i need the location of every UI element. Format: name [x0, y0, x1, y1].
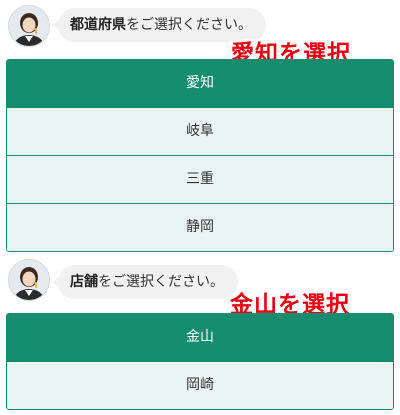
operator-avatar-icon	[8, 259, 50, 301]
store-option-kanayama[interactable]: 金山	[7, 314, 393, 361]
store-option-list: 金山 岡崎	[6, 313, 394, 410]
chat-selection-screen: 都道府県をご選択ください。 愛知を選択 愛知 岐阜 三重 静岡 店舗をご選択くだ…	[0, 0, 400, 415]
operator-avatar-icon	[8, 5, 50, 47]
prefecture-option-mie[interactable]: 三重	[7, 155, 393, 203]
prefecture-prompt-text: をご選択ください。	[126, 17, 252, 33]
prefecture-option-list: 愛知 岐阜 三重 静岡	[6, 59, 394, 252]
prefecture-option-aichi[interactable]: 愛知	[7, 60, 393, 107]
store-prompt-text: をご選択ください。	[98, 274, 224, 290]
prefecture-option-gifu[interactable]: 岐阜	[7, 107, 393, 155]
prefecture-prompt-keyword: 都道府県	[70, 17, 126, 33]
store-prompt-bubble: 店舗をご選択ください。	[52, 265, 238, 299]
prefecture-option-shizuoka[interactable]: 静岡	[7, 203, 393, 251]
store-prompt-keyword: 店舗	[70, 274, 98, 290]
store-option-okazaki[interactable]: 岡崎	[7, 361, 393, 409]
